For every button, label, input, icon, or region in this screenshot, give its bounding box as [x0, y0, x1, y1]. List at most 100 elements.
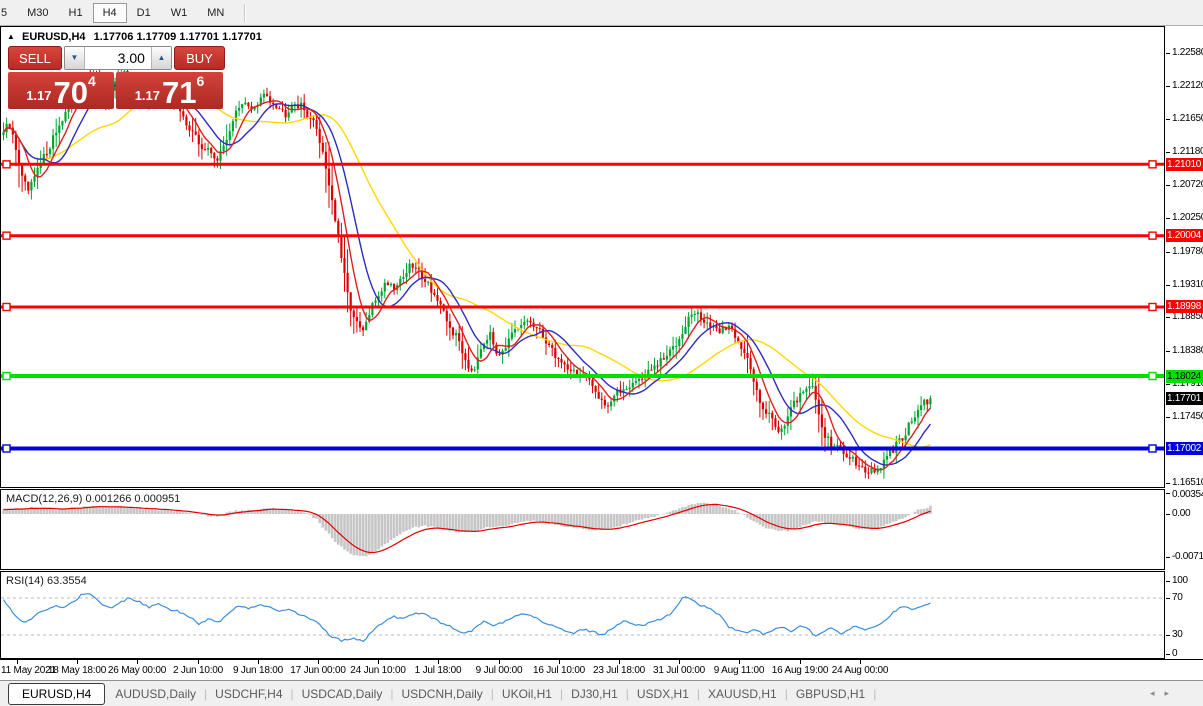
axis-tick — [1166, 252, 1170, 253]
rsi-axis-label: 0 — [1172, 648, 1177, 659]
one-click-trading-panel: SELL ▼ ▲ BUY 1.17704 1.17716 — [8, 46, 225, 109]
axis-tick — [1166, 351, 1170, 352]
timeframe-button-H4[interactable]: H4 — [93, 3, 127, 23]
rsi-canvas[interactable] — [1, 572, 1164, 658]
trading-platform-window: 5M30H1H4D1W1MN ▲ EURUSD,H4 1.17706 1.177… — [0, 0, 1203, 706]
timeframe-button-MN[interactable]: MN — [197, 3, 234, 23]
macd-label: MACD(12,26,9) 0.001266 0.000951 — [6, 493, 180, 505]
price-tick-label: 1.22580 — [1172, 47, 1203, 58]
time-tick — [800, 660, 801, 664]
tab-separator: | — [695, 687, 702, 701]
ask-price-big: 71 — [162, 80, 196, 106]
macd-axis-label: 0.003547 — [1172, 489, 1203, 500]
time-tick — [559, 660, 560, 664]
tab-separator: | — [202, 687, 209, 701]
sell-price-display[interactable]: 1.17704 — [8, 72, 114, 109]
time-tick — [137, 660, 138, 664]
price-tick-label: 1.19780 — [1172, 246, 1203, 257]
macd-pane[interactable]: MACD(12,26,9) 0.001266 0.000951 — [0, 489, 1165, 570]
chart-tab-UKOil-H1[interactable]: UKOil,H1 — [496, 684, 558, 704]
price-tick-label: 1.20720 — [1172, 179, 1203, 190]
time-label: 18 May 18:00 — [48, 665, 106, 676]
bid-price-big: 70 — [54, 80, 88, 106]
price-tick-label: 1.18380 — [1172, 345, 1203, 356]
axis-tick — [1166, 493, 1170, 494]
price-tick-label: 1.19310 — [1172, 279, 1203, 290]
rsi-axis-label: 100 — [1172, 575, 1188, 586]
chart-tab-EURUSD-H4[interactable]: EURUSD,H4 — [8, 683, 105, 705]
time-tick — [77, 660, 78, 664]
price-tick-label: 1.17450 — [1172, 411, 1203, 422]
axis-tick — [1166, 581, 1170, 582]
hline-price-badge: 1.18024 — [1166, 370, 1203, 383]
time-tick — [378, 660, 379, 664]
hline-price-badge: 1.21010 — [1166, 158, 1203, 171]
axis-tick — [1166, 317, 1170, 318]
time-label: 1 Jul 18:00 — [415, 665, 462, 676]
axis-tick — [1166, 152, 1170, 153]
timeframe-button-W1[interactable]: W1 — [161, 3, 198, 23]
rsi-axis-label: 70 — [1172, 592, 1183, 603]
main-chart-pane[interactable]: ▲ EURUSD,H4 1.17706 1.17709 1.17701 1.17… — [0, 26, 1165, 488]
chart-tab-DJ30-H1[interactable]: DJ30,H1 — [565, 684, 624, 704]
chart-tabs-bar: EURUSD,H4AUDUSD,Daily|USDCHF,H4|USDCAD,D… — [0, 680, 1203, 706]
volume-decrease-button[interactable]: ▼ — [65, 47, 85, 69]
time-tick — [17, 660, 18, 664]
time-tick — [258, 660, 259, 664]
axis-tick — [1166, 598, 1170, 599]
chart-tab-GBPUSD-H1[interactable]: GBPUSD,H1 — [790, 684, 871, 704]
time-label: 9 Jul 00:00 — [476, 665, 523, 676]
chart-tab-AUDUSD-Daily[interactable]: AUDUSD,Daily — [109, 684, 202, 704]
macd-values: 0.001266 0.000951 — [85, 493, 180, 505]
volume-input[interactable] — [85, 47, 151, 69]
time-tick — [679, 660, 680, 664]
price-axis: 1.225801.221201.216501.211801.207201.202… — [1166, 26, 1203, 488]
time-tick — [499, 660, 500, 664]
rsi-axis: 100 70 30 0 — [1166, 571, 1203, 659]
chart-tab-USDCAD-Daily[interactable]: USDCAD,Daily — [296, 684, 389, 704]
chart-tab-XAUUSD-H1[interactable]: XAUUSD,H1 — [702, 684, 783, 704]
time-tick — [619, 660, 620, 664]
timeframe-button-M30[interactable]: M30 — [17, 3, 58, 23]
buy-price-display[interactable]: 1.17716 — [116, 72, 223, 109]
rsi-axis-label: 30 — [1172, 629, 1183, 640]
chart-tab-USDCHF-H4[interactable]: USDCHF,H4 — [209, 684, 288, 704]
time-tick — [198, 660, 199, 664]
arrow-down-icon: ▼ — [70, 53, 78, 62]
collapse-triangle-icon[interactable]: ▲ — [7, 32, 15, 41]
axis-tick — [1166, 483, 1170, 484]
macd-axis: 0.0035470.00-0.007185 — [1166, 489, 1203, 570]
time-label: 16 Aug 19:00 — [772, 665, 829, 676]
time-label: 24 Jun 10:00 — [350, 665, 405, 676]
axis-tick — [1166, 557, 1170, 558]
price-tick-label: 1.21650 — [1172, 113, 1203, 124]
axis-tick — [1166, 218, 1170, 219]
time-tick — [438, 660, 439, 664]
volume-increase-button[interactable]: ▲ — [151, 47, 171, 69]
time-tick — [739, 660, 740, 664]
tab-separator: | — [558, 687, 565, 701]
time-label: 9 Aug 11:00 — [714, 665, 764, 676]
chart-tab-USDCNH-Daily[interactable]: USDCNH,Daily — [395, 684, 488, 704]
time-label: 17 Jun 00:00 — [290, 665, 345, 676]
time-axis: 11 May 202118 May 18:0026 May 00:002 Jun… — [0, 659, 1203, 681]
sell-button[interactable]: SELL — [8, 46, 62, 70]
time-label: 26 May 00:00 — [108, 665, 166, 676]
hline-price-badge: 1.17002 — [1166, 442, 1203, 455]
chart-ohlc-values: 1.17706 1.17709 1.17701 1.17701 — [94, 31, 262, 43]
timeframe-button-D1[interactable]: D1 — [127, 3, 161, 23]
chart-tab-USDX-H1[interactable]: USDX,H1 — [631, 684, 695, 704]
rsi-pane[interactable]: RSI(14) 63.3554 — [0, 571, 1165, 659]
timeframe-button-H1[interactable]: H1 — [59, 3, 93, 23]
tab-scroll-arrows[interactable]: ◂▸ — [1150, 688, 1179, 699]
macd-axis-label: 0.00 — [1172, 508, 1190, 519]
rsi-label: RSI(14) 63.3554 — [6, 575, 87, 587]
toolbar-separator — [244, 4, 246, 22]
tab-separator: | — [289, 687, 296, 701]
tab-separator: | — [489, 687, 496, 701]
buy-button[interactable]: BUY — [174, 46, 225, 70]
axis-tick — [1166, 185, 1170, 186]
timeframe-toolbar: 5M30H1H4D1W1MN — [0, 0, 1203, 26]
time-label: 23 Jul 18:00 — [593, 665, 645, 676]
timeframe-button-5[interactable]: 5 — [0, 3, 17, 23]
